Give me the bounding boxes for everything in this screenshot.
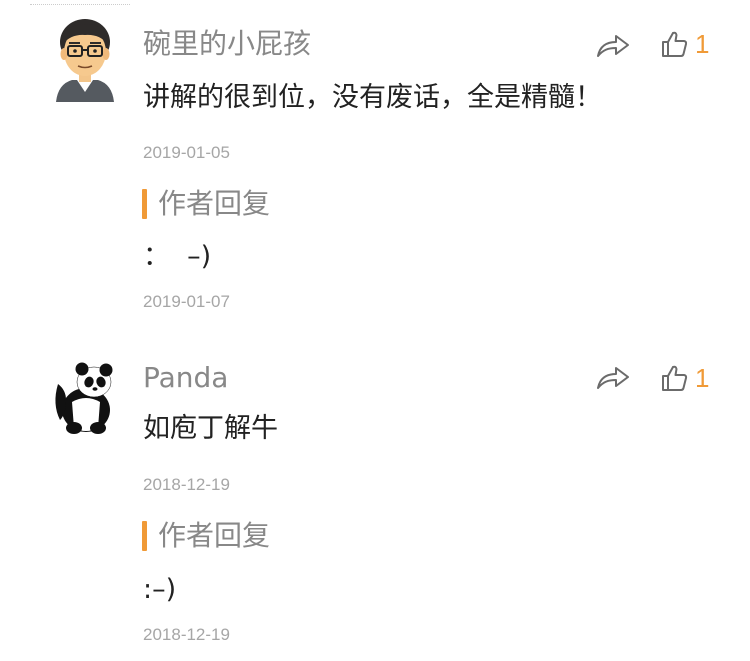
share-arrow-icon [597, 367, 629, 389]
share-button[interactable] [595, 364, 631, 392]
comment-content: 如庖丁解牛 [143, 413, 278, 444]
comment-date: 2019-01-05 [143, 143, 230, 162]
username: Panda [143, 361, 229, 394]
thumbs-up-icon [662, 365, 688, 391]
thumbs-up-icon [662, 31, 688, 57]
share-button[interactable] [595, 32, 631, 60]
author-reply-content: :–) [143, 574, 177, 605]
author-reply-header: 作者回复 [142, 187, 270, 221]
reply-accent-bar [142, 189, 147, 219]
cartoon-man-avatar-icon [56, 19, 114, 102]
author-reply-header: 作者回复 [142, 519, 270, 553]
like-count: 1 [695, 29, 710, 59]
share-arrow-icon [597, 35, 629, 57]
avatar[interactable] [50, 354, 120, 440]
like-button[interactable]: 1 [660, 28, 709, 60]
comment-date: 2018-12-19 [143, 475, 230, 494]
like-count: 1 [695, 363, 710, 393]
username: 碗里的小屁孩 [143, 27, 312, 60]
author-reply-title: 作者回复 [158, 519, 271, 552]
top-divider [30, 0, 130, 5]
author-reply-title: 作者回复 [158, 187, 271, 220]
author-reply-content: ： –) [143, 241, 212, 272]
comment-content: 讲解的很到位，没有废话，全是精髓！ [143, 82, 602, 113]
avatar[interactable] [50, 16, 120, 102]
panda-avatar-icon [55, 362, 113, 434]
author-reply-date: 2018-12-19 [143, 625, 230, 644]
author-reply-date: 2019-01-07 [143, 292, 230, 311]
reply-accent-bar [142, 521, 147, 551]
like-button[interactable]: 1 [660, 362, 709, 394]
